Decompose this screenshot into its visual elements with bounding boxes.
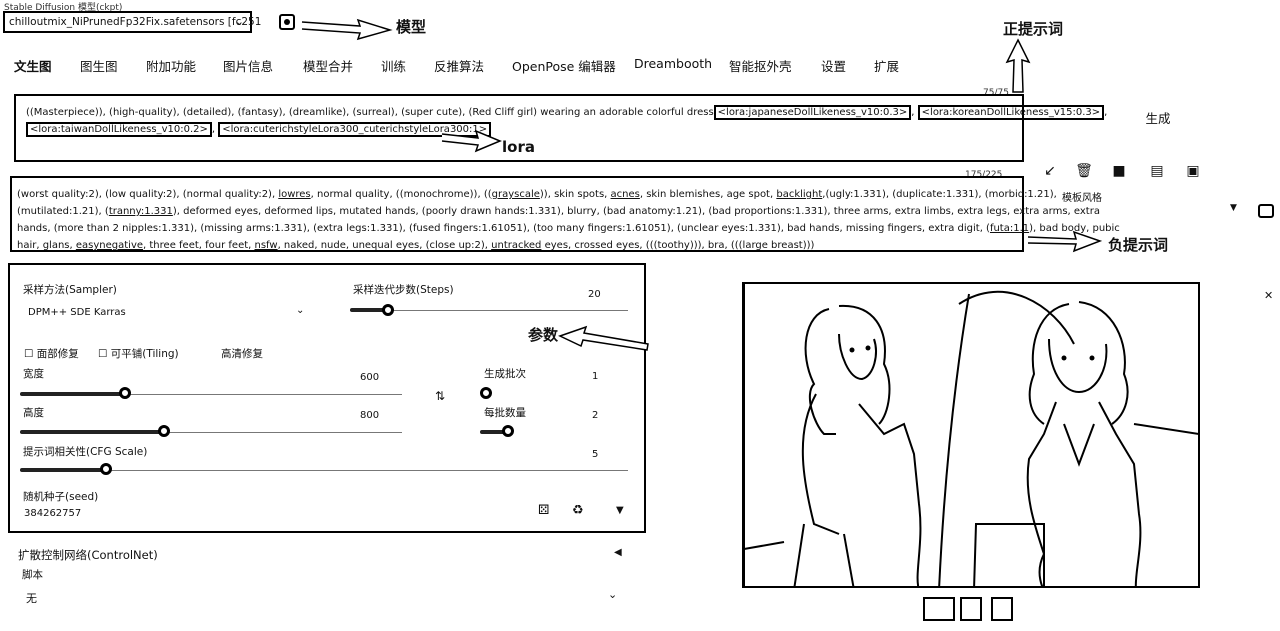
tab-extensions[interactable]: 扩展	[874, 56, 914, 75]
height-slider-fill	[20, 430, 168, 434]
negative-prompt-line-2: (mutilated:1.21), (tranny:1.331), deform…	[17, 206, 1100, 217]
tab-extras[interactable]: 附加功能	[146, 56, 223, 75]
tab-img2img[interactable]: 图生图	[80, 56, 146, 75]
steps-value[interactable]: 20	[588, 289, 601, 300]
recycle-icon[interactable]: ♻	[572, 503, 584, 518]
output-image[interactable]	[742, 282, 1200, 588]
result-thumbnail[interactable]	[960, 597, 982, 621]
collapse-icon[interactable]: ◀	[614, 547, 622, 558]
negative-prompt-line-4: hair, glans, easynegative, three feet, f…	[17, 240, 815, 251]
dice-icon[interactable]: ⚄	[538, 503, 549, 518]
batch-count-value[interactable]: 1	[592, 371, 598, 382]
tab-rembg[interactable]: 智能抠外壳	[729, 56, 821, 75]
annotation-arrow-positive	[1005, 38, 1031, 93]
script-value: 无	[26, 592, 37, 605]
script-label: 脚本	[22, 569, 43, 581]
tab-interrogate[interactable]: 反推算法	[434, 56, 512, 75]
tab-png-info[interactable]: 图片信息	[223, 56, 303, 75]
annotation-model: 模型	[396, 18, 427, 36]
seed-label: 随机种子(seed)	[23, 491, 99, 503]
chevron-down-icon[interactable]: ▼	[1230, 203, 1237, 213]
width-slider-fill	[20, 392, 128, 396]
steps-slider-thumb[interactable]	[382, 304, 394, 316]
batch-size-value[interactable]: 2	[592, 410, 598, 421]
close-icon[interactable]: ✕	[1264, 289, 1273, 302]
batch-count-label: 生成批次	[484, 368, 526, 380]
batch-size-label: 每批数量	[484, 407, 526, 419]
annotation-arrow-negative	[1027, 230, 1102, 253]
tab-dreambooth[interactable]: Dreambooth	[634, 56, 729, 75]
batch-size-slider-thumb[interactable]	[502, 425, 514, 437]
batch-count-slider-thumb[interactable]	[480, 387, 492, 399]
annotation-negative: 负提示词	[1108, 236, 1169, 254]
result-thumbnail[interactable]	[923, 597, 955, 621]
params-panel: 采样方法(Sampler) DPM++ SDE Karras ⌄ 采样迭代步数(…	[8, 263, 646, 533]
style-icon[interactable]: ■	[1110, 162, 1128, 180]
tab-train[interactable]: 训练	[381, 56, 434, 75]
refresh-icon[interactable]	[279, 14, 295, 30]
width-label: 宽度	[23, 368, 44, 380]
trash-icon[interactable]: 🗑	[1075, 162, 1093, 180]
hires-fix-checkbox[interactable]: 高清修复	[221, 346, 263, 361]
seed-input[interactable]: 384262757	[24, 508, 81, 519]
model-select[interactable]: chilloutmix_NiPrunedFp32Fix.safetensors …	[3, 11, 261, 33]
annotation-arrow-model	[301, 18, 393, 41]
tab-openpose[interactable]: OpenPose 编辑器	[512, 56, 634, 75]
annotation-positive: 正提示词	[1003, 20, 1064, 38]
tiling-checkbox[interactable]: ☐ 可平铺(Tiling)	[98, 346, 179, 361]
sampler-label: 采样方法(Sampler)	[23, 284, 117, 296]
chevron-down-icon: ⌄	[608, 588, 618, 601]
swap-dimensions-icon[interactable]: ⇅	[435, 389, 445, 403]
tab-settings[interactable]: 设置	[821, 56, 874, 75]
chevron-down-icon: ⌄	[296, 305, 305, 316]
face-restore-checkbox[interactable]: ☐ 面部修复	[24, 346, 79, 361]
chevron-down-icon: ⌄	[234, 15, 244, 28]
sampler-value: DPM++ SDE Karras	[28, 307, 126, 318]
lora-tag: <lora:koreanDollLikeness_v15:0.3>	[917, 105, 1105, 120]
arrow-icon[interactable]: ↙	[1041, 162, 1059, 180]
width-value[interactable]: 600	[360, 372, 379, 383]
tab-txt2img[interactable]: 文生图	[14, 56, 80, 75]
negative-prompt-line-3: hands, (more than 2 nipples:1.331), (mis…	[17, 223, 1120, 234]
controlnet-accordion[interactable]: 扩散控制网络(ControlNet)	[18, 547, 158, 563]
annotation-arrow-params	[558, 325, 649, 351]
generate-button[interactable]: 生成	[1128, 108, 1188, 130]
annotation-lora: lora	[502, 138, 535, 156]
width-slider-thumb[interactable]	[119, 387, 131, 399]
style-label: 模板风格	[1062, 193, 1102, 204]
output-image-drawing	[744, 284, 1198, 586]
result-thumbnail[interactable]	[991, 597, 1013, 621]
annotation-arrow-lora	[441, 129, 502, 153]
script-select[interactable]: 无 ⌄	[26, 588, 622, 606]
cfg-value[interactable]: 5	[592, 449, 598, 460]
height-value[interactable]: 800	[360, 410, 379, 421]
annotation-params: 参数	[528, 326, 559, 344]
sampler-select[interactable]: DPM++ SDE Karras ⌄	[28, 305, 308, 318]
negative-prompt-line-1: (worst quality:2), (low quality:2), (nor…	[17, 189, 1057, 200]
height-label: 高度	[23, 407, 44, 419]
tab-bar: 文生图 图生图 附加功能 图片信息 模型合并 训练 反推算法 OpenPose …	[14, 56, 914, 75]
cfg-slider-fill	[20, 468, 110, 472]
steps-label: 采样迭代步数(Steps)	[353, 284, 454, 296]
lora-tag: <lora:taiwanDollLikeness_v10:0.2>	[26, 122, 212, 137]
cfg-slider-thumb[interactable]	[100, 463, 112, 475]
refresh-styles-icon[interactable]	[1258, 204, 1274, 218]
cfg-label: 提示词相关性(CFG Scale)	[23, 446, 148, 458]
tab-merge[interactable]: 模型合并	[303, 56, 381, 75]
save-style-icon[interactable]: ▤	[1148, 162, 1166, 180]
height-slider-thumb[interactable]	[158, 425, 170, 437]
positive-prompt-line-1: ((Masterpiece)), (high-quality), (detail…	[26, 105, 1108, 120]
paste-icon[interactable]: ▣	[1184, 162, 1202, 180]
negative-prompt-input[interactable]: (worst quality:2), (low quality:2), (nor…	[10, 176, 1120, 252]
model-select-value: chilloutmix_NiPrunedFp32Fix.safetensors …	[9, 16, 262, 28]
positive-prompt-line-2: <lora:taiwanDollLikeness_v10:0.2>, <lora…	[26, 121, 1012, 138]
extra-seed-toggle-icon[interactable]: ▼	[616, 505, 624, 516]
lora-tag: <lora:japaneseDollLikeness_v10:0.3>	[713, 105, 912, 120]
